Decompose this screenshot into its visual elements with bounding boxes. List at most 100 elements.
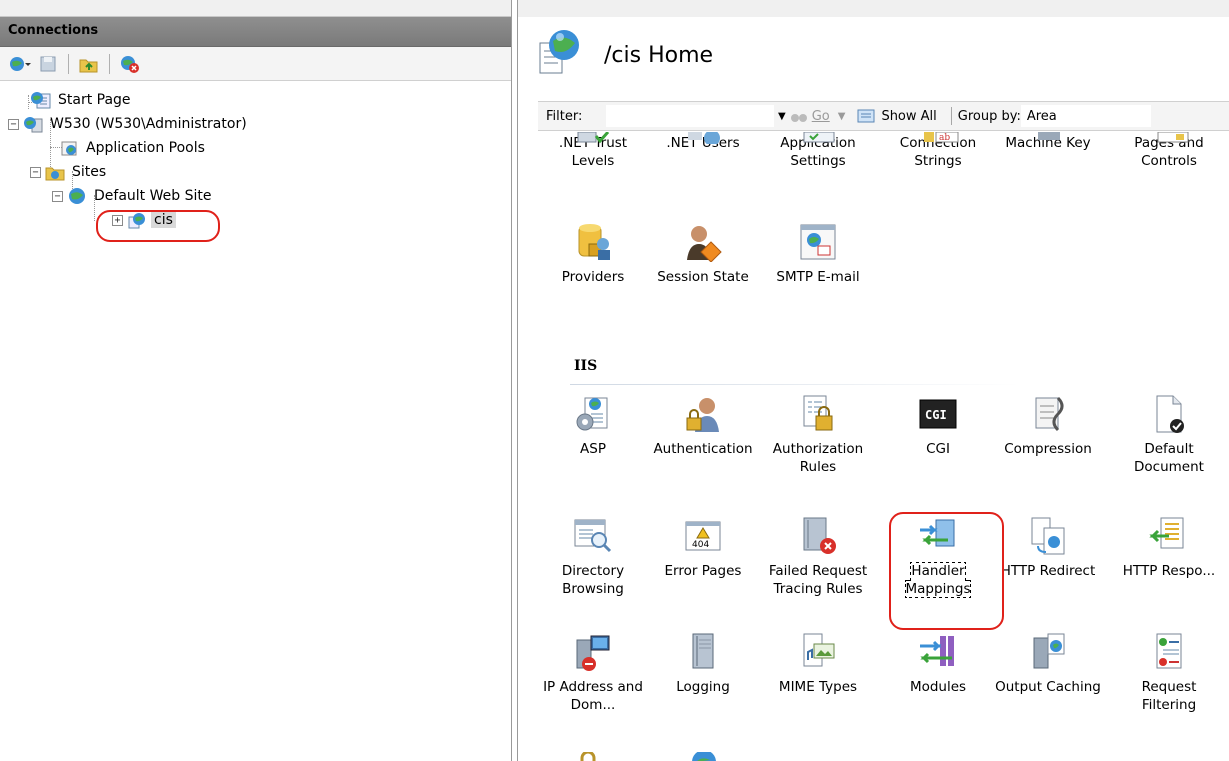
tree-label: Application Pools: [86, 140, 205, 156]
start-page-icon: [30, 90, 52, 110]
tree-item-sites[interactable]: − Sites: [30, 161, 109, 183]
pages-icon: [1157, 132, 1189, 143]
group-label-iis: IIS: [574, 358, 598, 374]
toolbar-separator: [109, 53, 110, 74]
filter-dropdown-arrow-icon[interactable]: ▼: [778, 111, 786, 122]
go-dropdown-arrow-icon[interactable]: ▼: [838, 111, 846, 122]
disconnect-icon[interactable]: [118, 52, 142, 76]
feature-session-state[interactable]: Session State: [648, 222, 758, 286]
features-view: .NET Trust Levels .NET Users Application…: [538, 132, 1229, 761]
filter-bar: Filter: ▼ Go ▼ Show All Group by: Area: [538, 101, 1229, 131]
feature-authentication[interactable]: Authentication: [648, 394, 758, 458]
feature-providers[interactable]: Providers: [538, 222, 648, 286]
dir-browse-icon: [573, 516, 613, 556]
top-gap: [518, 0, 1229, 17]
session-icon: [683, 222, 723, 262]
connect-globe-icon[interactable]: [8, 52, 32, 76]
svg-text:CGI: CGI: [925, 408, 947, 422]
feature-http-response-headers[interactable]: HTTP Respo...: [1114, 516, 1224, 580]
save-icon[interactable]: [36, 52, 60, 76]
binoculars-icon: [790, 114, 807, 122]
toolbar-separator: [68, 53, 69, 74]
feature-failed-request-tracing[interactable]: Failed Request Tracing Rules: [763, 516, 873, 598]
application-home-icon: [538, 27, 582, 83]
asp-icon: [573, 394, 613, 434]
tree-item-server[interactable]: − W530 (W530\Administrator): [8, 113, 250, 135]
email-icon: [798, 222, 838, 262]
sites-folder-icon: [44, 162, 66, 182]
filter-input[interactable]: [606, 105, 774, 127]
tree-item-application-pools[interactable]: Application Pools: [58, 137, 208, 159]
page-header: /cis Home: [538, 27, 713, 83]
up-folder-icon[interactable]: [77, 52, 101, 76]
providers-icon: [573, 222, 613, 262]
key-icon: [1038, 132, 1060, 140]
tree-label: W530 (W530\Administrator): [50, 116, 247, 132]
settings-icon: [803, 132, 835, 143]
top-gap: [0, 0, 511, 17]
group-by-select[interactable]: Area: [1020, 105, 1151, 127]
handler-mappings-highlight-annotation: [889, 512, 1004, 630]
filter-separator: [950, 107, 952, 125]
modules-icon: [918, 632, 958, 672]
redirect-icon: [1028, 516, 1068, 556]
request-filter-icon: [1149, 632, 1189, 672]
connections-pane: Connections Start Page − W530 (W530\Admi…: [0, 0, 512, 761]
failed-req-icon: [798, 516, 838, 556]
default-doc-icon: [1149, 394, 1189, 434]
show-all-icon: [857, 109, 875, 123]
filter-label: Filter:: [546, 108, 583, 124]
http-resp-icon: [1149, 516, 1189, 556]
feature-default-document[interactable]: Default Document: [1114, 394, 1224, 476]
feature-compression[interactable]: Compression: [993, 394, 1103, 458]
authz-icon: [798, 394, 838, 434]
feature-request-filtering[interactable]: Request Filtering: [1114, 632, 1224, 714]
feature-authorization-rules[interactable]: Authorization Rules: [763, 394, 873, 476]
connections-toolbar: [0, 47, 511, 81]
connections-header: Connections: [0, 17, 511, 47]
partial-globe-icon: [692, 752, 716, 761]
group-divider: [570, 384, 1020, 385]
collapse-toggle[interactable]: −: [8, 118, 19, 130]
feature-ip-address-domain[interactable]: IP Address and Dom...: [538, 632, 648, 714]
trust-icon: [577, 132, 610, 144]
error-pages-icon: 404: [683, 516, 723, 556]
tree-label: Sites: [72, 164, 107, 180]
feature-error-pages[interactable]: 404 Error Pages: [648, 516, 758, 580]
tree-label: Start Page: [58, 92, 131, 108]
auth-icon: [683, 394, 723, 434]
feature-mime-types[interactable]: MIME Types: [763, 632, 873, 696]
users-icon: [688, 132, 720, 144]
svg-text:404: 404: [692, 540, 709, 550]
feature-asp[interactable]: ASP: [538, 394, 648, 458]
svg-text:ab: ab: [939, 133, 950, 143]
output-cache-icon: [1028, 632, 1068, 672]
partial-lock-icon: [580, 752, 596, 761]
collapse-toggle[interactable]: −: [52, 190, 63, 202]
collapse-toggle[interactable]: −: [30, 166, 41, 178]
web-site-globe-icon: [66, 186, 88, 206]
cgi-icon: CGI: [918, 394, 958, 434]
feature-modules[interactable]: Modules: [883, 632, 993, 696]
page-title: /cis Home: [604, 42, 714, 68]
tree-label: Default Web Site: [94, 188, 212, 204]
mime-icon: [798, 632, 838, 672]
logging-icon: [683, 632, 723, 672]
group-by-label: Group by:: [957, 108, 1021, 124]
feature-cgi[interactable]: CGI CGI: [883, 394, 993, 458]
ip-icon: [573, 632, 613, 672]
features-view-pane: /cis Home Filter: ▼ Go ▼ Show All Group …: [517, 0, 1229, 761]
cis-highlight-annotation: [96, 210, 220, 242]
compression-icon: [1028, 394, 1068, 434]
go-button[interactable]: Go ▼: [790, 109, 850, 124]
feature-output-caching[interactable]: Output Caching: [993, 632, 1103, 696]
feature-smtp-email[interactable]: SMTP E-mail: [763, 222, 873, 286]
feature-logging[interactable]: Logging: [648, 632, 758, 696]
tree-item-start-page[interactable]: Start Page: [30, 89, 134, 111]
tree-item-default-web-site[interactable]: − Default Web Site: [52, 185, 214, 207]
feature-http-redirect[interactable]: HTTP Redirect: [993, 516, 1103, 580]
show-all-button[interactable]: Show All: [857, 108, 937, 124]
server-globe-icon: [22, 114, 44, 134]
feature-directory-browsing[interactable]: Directory Browsing: [538, 516, 648, 598]
connection-icon: ab: [924, 132, 959, 143]
